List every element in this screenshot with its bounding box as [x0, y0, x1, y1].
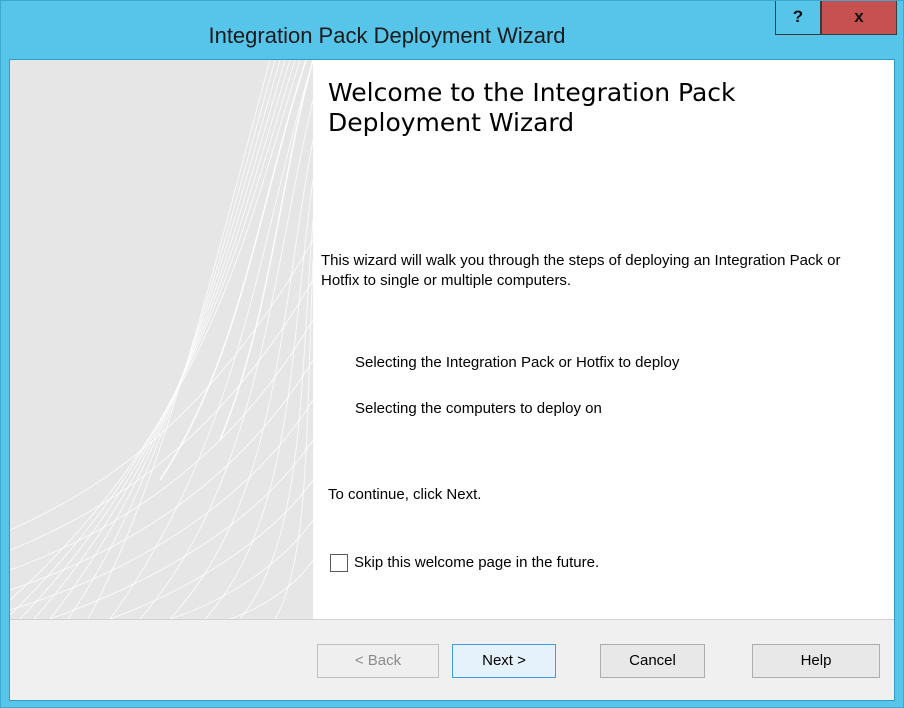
welcome-heading: Welcome to the Integration Pack Deployme… — [328, 78, 736, 137]
intro-text: This wizard will walk you through the st… — [321, 252, 841, 289]
button-bar: < Back Next > Cancel Help — [10, 619, 894, 700]
skip-welcome-checkbox[interactable] — [330, 554, 348, 572]
skip-welcome-option[interactable]: Skip this welcome page in the future. — [330, 552, 599, 574]
skip-welcome-label[interactable]: Skip this welcome page in the future. — [354, 553, 599, 573]
step-item: Selecting the computers to deploy on — [355, 400, 602, 417]
title-bar[interactable]: Integration Pack Deployment Wizard ? x — [1, 1, 903, 59]
wave-lines-graphic — [10, 60, 313, 619]
wizard-content: Welcome to the Integration Pack Deployme… — [9, 59, 895, 701]
wizard-window: Integration Pack Deployment Wizard ? x W… — [0, 0, 904, 708]
cancel-button[interactable]: Cancel — [600, 644, 705, 678]
side-banner-image — [10, 60, 313, 619]
continue-hint: To continue, click Next. — [328, 486, 482, 503]
help-icon-button[interactable]: ? — [775, 1, 821, 35]
step-item: Selecting the Integration Pack or Hotfix… — [355, 354, 680, 371]
next-button[interactable]: Next > — [452, 644, 556, 678]
close-button[interactable]: x — [821, 1, 897, 35]
window-title: Integration Pack Deployment Wizard — [208, 23, 566, 48]
help-button[interactable]: Help — [752, 644, 880, 678]
back-button[interactable]: < Back — [317, 644, 439, 678]
